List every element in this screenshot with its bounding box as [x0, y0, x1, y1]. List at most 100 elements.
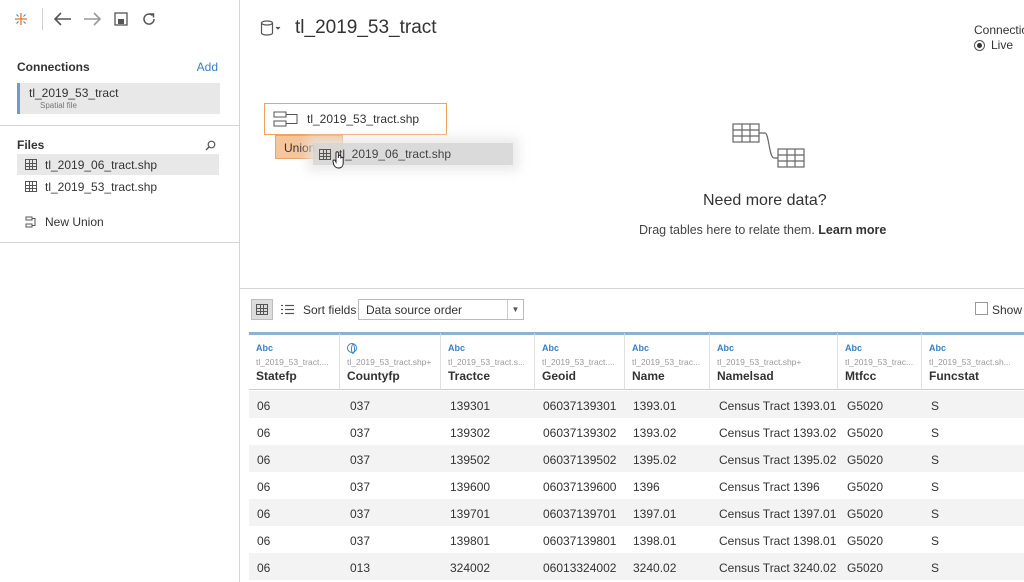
- column-header[interactable]: Abc tl_2019_53_trac... Mtfcc: [838, 332, 922, 390]
- table-cell[interactable]: S: [931, 453, 939, 467]
- column-header[interactable]: Abc tl_2019_53_tract.s... Tractce: [441, 332, 535, 390]
- connection-item[interactable]: tl_2019_53_tract Spatial file: [17, 83, 220, 114]
- string-type-icon[interactable]: Abc: [845, 343, 921, 355]
- column-header[interactable]: tl_2019_53_tract.shp+ Countyfp: [340, 332, 441, 390]
- table-cell[interactable]: 06: [257, 399, 270, 413]
- table-cell[interactable]: 013: [350, 561, 370, 575]
- table-cell[interactable]: 06: [257, 453, 270, 467]
- table-cell[interactable]: S: [931, 426, 939, 440]
- table-cell[interactable]: 06: [257, 507, 270, 521]
- table-cell[interactable]: 037: [350, 399, 370, 413]
- table-cell[interactable]: G5020: [847, 399, 883, 413]
- table-cell[interactable]: G5020: [847, 453, 883, 467]
- chevron-down-icon: ▼: [507, 300, 523, 319]
- table-cell[interactable]: 139600: [450, 480, 490, 494]
- table-icon: [25, 159, 37, 170]
- learn-more-link[interactable]: Learn more: [818, 223, 886, 237]
- save-icon[interactable]: [110, 8, 132, 30]
- table-cell[interactable]: 139301: [450, 399, 490, 413]
- table-cell[interactable]: 3240.02: [633, 561, 676, 575]
- live-label: Live: [991, 38, 1014, 52]
- sort-fields-select[interactable]: Data source order ▼: [358, 299, 524, 320]
- string-type-icon[interactable]: Abc: [448, 343, 534, 355]
- table-cell[interactable]: G5020: [847, 561, 883, 575]
- table-cell[interactable]: 1393.01: [633, 399, 676, 413]
- table-cell[interactable]: Census Tract 1393.01: [719, 399, 836, 413]
- table-cell[interactable]: 06: [257, 426, 270, 440]
- live-radio[interactable]: [974, 39, 985, 51]
- table-cell[interactable]: 139502: [450, 453, 490, 467]
- table-cell[interactable]: 037: [350, 480, 370, 494]
- string-type-icon[interactable]: Abc: [542, 343, 624, 355]
- table-cell[interactable]: 1393.02: [633, 426, 676, 440]
- table-cell[interactable]: 037: [350, 426, 370, 440]
- table-cell[interactable]: 1398.01: [633, 534, 676, 548]
- forward-arrow-icon[interactable]: [81, 8, 103, 30]
- table-cell[interactable]: G5020: [847, 534, 883, 548]
- table-cell[interactable]: 037: [350, 453, 370, 467]
- table-cell[interactable]: G5020: [847, 426, 883, 440]
- table-cell[interactable]: 06013324002: [543, 561, 616, 575]
- string-type-icon[interactable]: Abc: [929, 343, 1024, 355]
- table-cell[interactable]: S: [931, 399, 939, 413]
- table-cell[interactable]: 06037139302: [543, 426, 616, 440]
- string-type-icon[interactable]: Abc: [717, 343, 837, 355]
- table-cell[interactable]: 1397.01: [633, 507, 676, 521]
- data-source-canvas[interactable]: tl_2019_53_tract Connection Live tl_2019…: [240, 0, 1024, 288]
- string-type-icon[interactable]: Abc: [632, 343, 709, 355]
- table-cell[interactable]: 06: [257, 480, 270, 494]
- table-cell[interactable]: 06037139502: [543, 453, 616, 467]
- table-cell[interactable]: S: [931, 480, 939, 494]
- database-icon[interactable]: [260, 20, 282, 41]
- table-cell[interactable]: 06: [257, 561, 270, 575]
- table-cell[interactable]: Census Tract 3240.02: [719, 561, 836, 575]
- table-cell[interactable]: 324002: [450, 561, 490, 575]
- column-header[interactable]: Abc tl_2019_53_tract.... Statefp: [249, 332, 340, 390]
- table-cell[interactable]: 139701: [450, 507, 490, 521]
- file-item[interactable]: tl_2019_53_tract.shp: [17, 176, 219, 197]
- back-arrow-icon[interactable]: [52, 8, 74, 30]
- table-row: 06 037 139301 06037139301 1393.01 Census Trac…: [249, 391, 1024, 418]
- table-cell[interactable]: 037: [350, 534, 370, 548]
- file-item[interactable]: tl_2019_06_tract.shp: [17, 154, 219, 175]
- tableau-logo-icon[interactable]: [10, 8, 32, 30]
- table-cell[interactable]: 06037139301: [543, 399, 616, 413]
- globe-type-icon[interactable]: [347, 343, 440, 355]
- table-cell[interactable]: G5020: [847, 507, 883, 521]
- need-more-data-title: Need more data?: [703, 192, 827, 209]
- table-cell[interactable]: 139302: [450, 426, 490, 440]
- table-cell[interactable]: 06: [257, 534, 270, 548]
- table-cell[interactable]: Census Tract 1393.02: [719, 426, 836, 440]
- table-cell[interactable]: Census Tract 1397.01: [719, 507, 836, 521]
- list-view-button[interactable]: [276, 299, 298, 320]
- table-cell[interactable]: 06037139801: [543, 534, 616, 548]
- table-cell[interactable]: G5020: [847, 480, 883, 494]
- table-card[interactable]: tl_2019_53_tract.shp: [264, 103, 447, 135]
- table-cell[interactable]: 06037139600: [543, 480, 616, 494]
- show-aliases-checkbox[interactable]: [975, 302, 988, 315]
- column-header[interactable]: Abc tl_2019_53_tract.sh... Funcstat: [922, 332, 1024, 390]
- new-union-item[interactable]: New Union: [17, 211, 219, 232]
- add-connection-link[interactable]: Add: [197, 60, 218, 74]
- table-cell[interactable]: 06037139701: [543, 507, 616, 521]
- datasource-name[interactable]: tl_2019_53_tract: [295, 17, 437, 39]
- table-cell[interactable]: Census Tract 1396: [719, 480, 820, 494]
- table-cell[interactable]: Census Tract 1398.01: [719, 534, 836, 548]
- table-cell[interactable]: 037: [350, 507, 370, 521]
- column-header[interactable]: Abc tl_2019_53_trac... Name: [625, 332, 710, 390]
- table-cell[interactable]: 1396: [633, 480, 660, 494]
- table-cell[interactable]: S: [931, 561, 939, 575]
- string-type-icon[interactable]: Abc: [256, 343, 339, 355]
- grid-view-button[interactable]: [251, 299, 273, 320]
- relate-tables-icon: [731, 122, 807, 177]
- sort-fields-label: Sort fields: [303, 303, 357, 317]
- live-option[interactable]: Live: [974, 38, 1013, 52]
- table-cell[interactable]: 1395.02: [633, 453, 676, 467]
- column-header[interactable]: Abc tl_2019_53_tract.shp+ Namelsad: [710, 332, 838, 390]
- table-cell[interactable]: Census Tract 1395.02: [719, 453, 836, 467]
- table-cell[interactable]: S: [931, 507, 939, 521]
- table-cell[interactable]: 139801: [450, 534, 490, 548]
- refresh-icon[interactable]: [138, 8, 160, 30]
- column-header[interactable]: Abc tl_2019_53_tract.... Geoid: [535, 332, 625, 390]
- table-cell[interactable]: S: [931, 534, 939, 548]
